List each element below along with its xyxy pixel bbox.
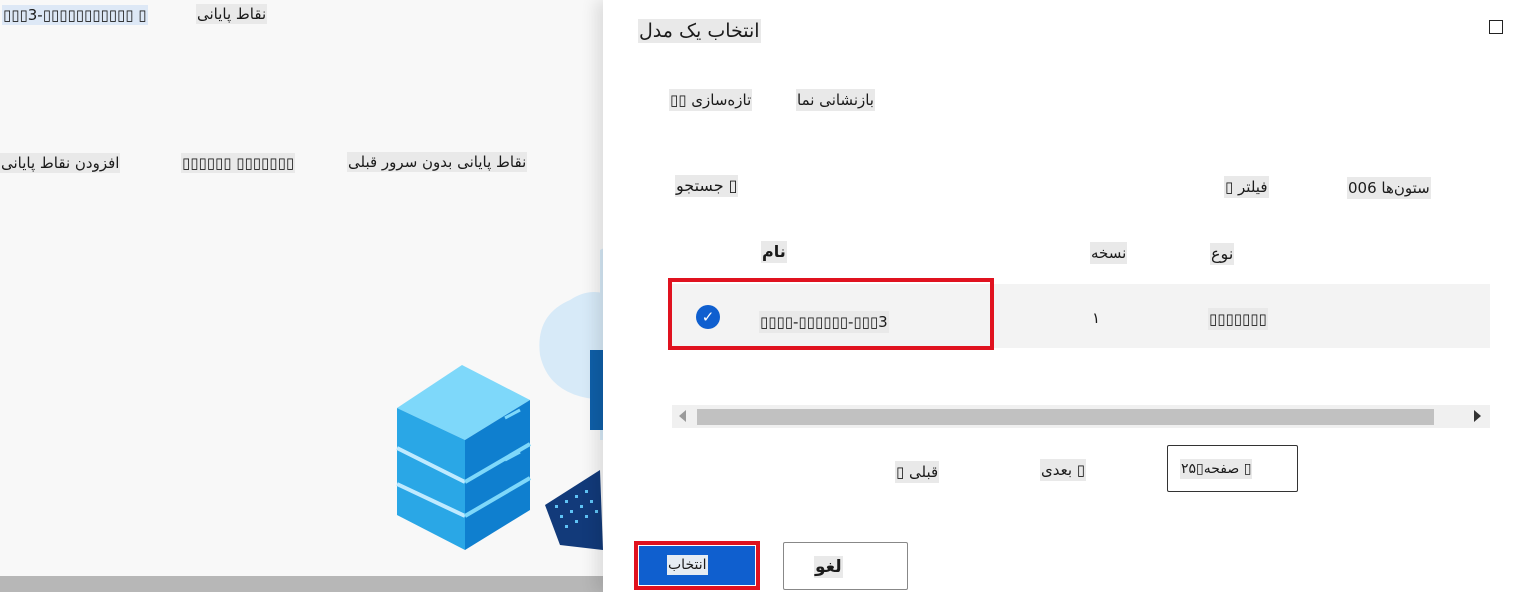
column-header-version[interactable]: نسخه [1090,242,1128,264]
filter-button[interactable]: ▯ فیلتر [1224,176,1269,198]
previous-page-button[interactable]: ▯ قبلی [895,461,940,483]
columns-button[interactable]: 006 ستون‌ها [1347,177,1431,199]
search-input[interactable]: جستجو ▯ [675,175,739,197]
close-icon[interactable] [1489,20,1503,34]
dialog-title: انتخاب یک مدل [638,19,761,43]
select-button[interactable]: انتخاب [639,546,755,585]
next-page-button[interactable]: بعدی ▯ [1040,459,1087,481]
page-size-dropdown[interactable]: ۲۵▯صفحه ▯ [1167,445,1298,492]
scroll-left-icon[interactable] [679,410,686,422]
model-name-cell: ▯▯▯▯-▯▯▯▯▯▯-▯▯▯3 [759,311,889,333]
horizontal-scrollbar[interactable] [0,576,603,592]
server-illustration [396,248,603,550]
reset-view-button[interactable]: بازنشانی نما [796,89,875,111]
checkmark-icon[interactable]: ✓ [696,305,720,329]
column-header-name[interactable]: نام [761,241,787,263]
select-model-dialog: انتخاب یک مدل ▯▯ تازه‌سازی بازنشانی نما … [603,0,1519,592]
background-page: ▯▯▯3-▯▯▯▯▯▯▯▯▯▯▯ ▯ نقاط پایانی افزودن نق… [0,0,603,592]
scroll-right-icon[interactable] [1474,410,1481,422]
cancel-button-label: لغو [814,556,843,578]
scrollbar-thumb[interactable] [697,409,1434,425]
page-size-label: ۲۵▯صفحه ▯ [1180,459,1253,479]
model-type-cell: ▯▯▯▯▯▯▯ [1208,308,1268,330]
model-version-cell: ۱ [1092,309,1101,327]
cancel-button[interactable]: لغو [783,542,908,590]
column-header-type[interactable]: نوع [1210,243,1235,265]
refresh-button[interactable]: ▯▯ تازه‌سازی [669,89,753,111]
select-button-label: انتخاب [667,555,708,575]
